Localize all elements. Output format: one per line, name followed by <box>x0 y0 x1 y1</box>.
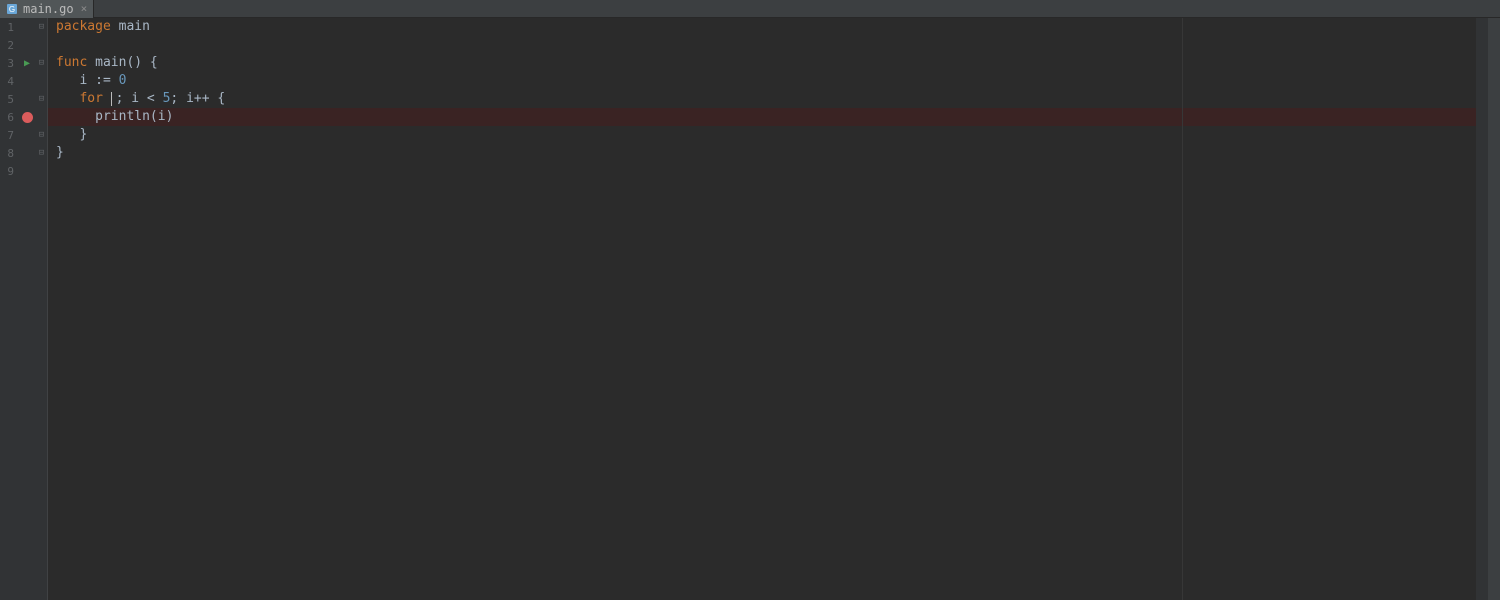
line-number: 1 <box>0 21 18 34</box>
run-gutter[interactable]: ▶ <box>18 54 36 72</box>
gutter: 1 2 3 4 5 6 7 8 9 ▶ ⊟ ⊟ ⊟ <box>0 18 48 600</box>
line-number-column: 1 2 3 4 5 6 7 8 9 <box>0 18 18 600</box>
fold-open-icon: ⊟ <box>39 59 44 68</box>
fold-close-icon: ⊟ <box>39 149 44 158</box>
breakpoint-gutter[interactable] <box>18 108 36 126</box>
line-number: 8 <box>0 147 18 160</box>
fold-toggle[interactable]: ⊟ <box>36 144 47 162</box>
close-icon[interactable]: × <box>79 2 88 15</box>
fold-toggle[interactable]: ⊟ <box>36 54 47 72</box>
fold-toggle[interactable]: ⊟ <box>36 126 47 144</box>
file-tab[interactable]: G main.go × <box>0 0 94 18</box>
code-line: package main <box>48 18 1476 36</box>
svg-text:G: G <box>9 5 15 14</box>
line-number: 2 <box>0 39 18 52</box>
fold-column: ⊟ ⊟ ⊟ ⊟ ⊟ <box>36 18 48 600</box>
tab-filename: main.go <box>23 2 74 16</box>
line-number: 7 <box>0 129 18 142</box>
line-number: 5 <box>0 93 18 106</box>
gutter-icons-column: ▶ <box>18 18 36 600</box>
code-line: } <box>48 144 1476 162</box>
marker-strip[interactable] <box>1476 18 1488 600</box>
code-area[interactable]: package main func main() { i := 0 for ; … <box>48 18 1476 600</box>
fold-open-icon: ⊟ <box>39 23 44 32</box>
code-line <box>48 162 1476 180</box>
code-line-breakpoint: println(i) <box>48 108 1476 126</box>
run-icon: ▶ <box>24 58 30 69</box>
breakpoint-icon <box>22 112 33 123</box>
tab-bar: G main.go × <box>0 0 1500 18</box>
fold-toggle[interactable]: ⊟ <box>36 90 47 108</box>
code-line: func main() { <box>48 54 1476 72</box>
code-line: for ; i < 5; i++ { <box>48 90 1476 108</box>
line-number: 4 <box>0 75 18 88</box>
fold-toggle[interactable]: ⊟ <box>36 18 47 36</box>
vertical-scrollbar[interactable] <box>1488 18 1500 600</box>
code-line: } <box>48 126 1476 144</box>
line-number: 3 <box>0 57 18 70</box>
line-number: 6 <box>0 111 18 124</box>
fold-open-icon: ⊟ <box>39 95 44 104</box>
fold-close-icon: ⊟ <box>39 131 44 140</box>
line-number: 9 <box>0 165 18 178</box>
go-file-icon: G <box>6 3 18 15</box>
editor-area: 1 2 3 4 5 6 7 8 9 ▶ ⊟ ⊟ ⊟ <box>0 18 1500 600</box>
code-line: i := 0 <box>48 72 1476 90</box>
code-line <box>48 36 1476 54</box>
